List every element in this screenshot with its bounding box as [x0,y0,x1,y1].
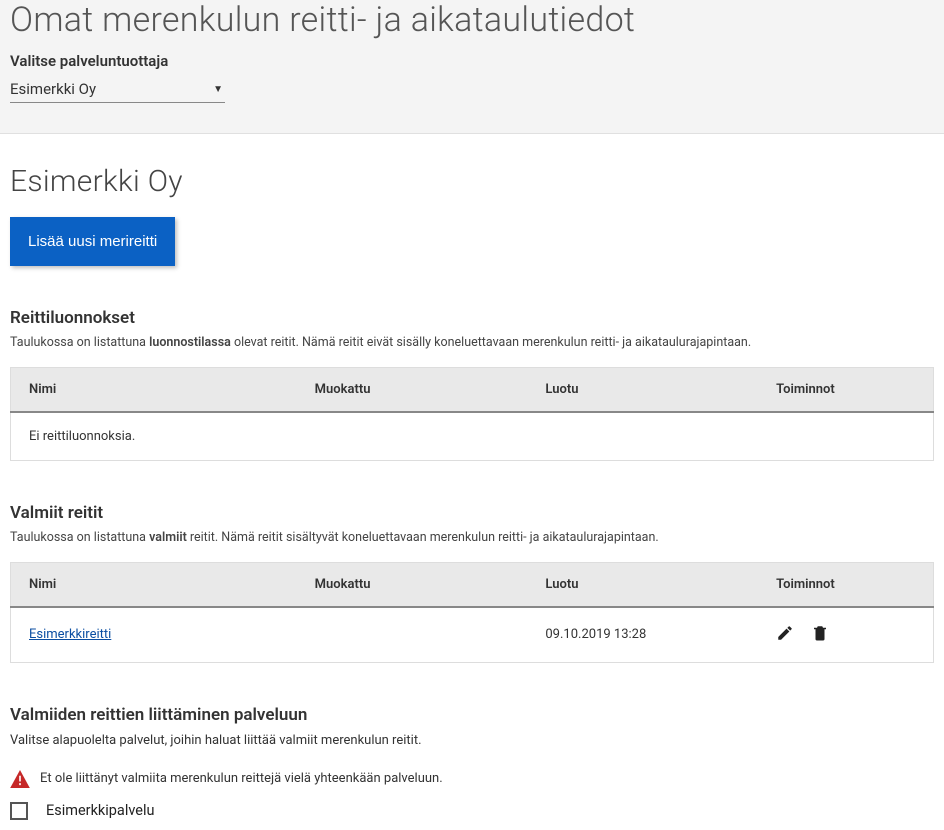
drafts-description: Taulukossa on listattuna luonnostilassa … [10,334,934,353]
route-link[interactable]: Esimerkkireitti [29,627,111,642]
route-modified [297,607,528,663]
service-label: Esimerkkipalvelu [46,802,155,819]
service-checkbox-row: Esimerkkipalvelu [10,802,934,820]
drafts-empty: Ei reittiluonnoksia. [11,412,934,461]
drafts-table: Nimi Muokattu Luotu Toiminnot Ei reittil… [10,367,934,461]
ready-col-actions: Toiminnot [758,562,933,607]
ready-description: Taulukossa on listattuna valmiit reitit.… [10,529,934,548]
attach-description: Valitse alapuolelta palvelut, joihin hal… [10,733,934,748]
header-section: Omat merenkulun reitti- ja aikataulutied… [0,0,944,134]
provider-selected-value: Esimerkki Oy [10,80,96,98]
drafts-col-name: Nimi [11,367,297,412]
drafts-col-created: Luotu [527,367,758,412]
provider-select[interactable]: Esimerkki Oy ▼ [10,78,225,103]
drafts-col-modified: Muokattu [297,367,528,412]
page-title: Omat merenkulun reitti- ja aikataulutied… [10,0,934,40]
ready-table: Nimi Muokattu Luotu Toiminnot Esimerkkir… [10,562,934,663]
warning-icon [10,770,30,788]
drafts-heading: Reittiluonnokset [10,308,934,328]
ready-heading: Valmiit reitit [10,503,934,523]
ready-col-modified: Muokattu [297,562,528,607]
add-route-button[interactable]: Lisää uusi merireitti [10,217,175,266]
route-created: 09.10.2019 13:28 [527,607,758,663]
company-heading: Esimerkki Oy [10,164,934,199]
edit-icon[interactable] [776,624,794,642]
attach-heading: Valmiiden reittien liittäminen palveluun [10,705,934,725]
service-checkbox[interactable] [10,802,28,820]
warning-row: Et ole liittänyt valmiita merenkulun rei… [10,770,934,788]
warning-text: Et ole liittänyt valmiita merenkulun rei… [40,771,443,786]
drafts-col-actions: Toiminnot [758,367,933,412]
table-row: Esimerkkireitti 09.10.2019 13:28 [11,607,934,663]
ready-col-created: Luotu [527,562,758,607]
delete-icon[interactable] [811,624,829,642]
provider-label: Valitse palveluntuottaja [10,52,934,70]
ready-col-name: Nimi [11,562,297,607]
table-row: Ei reittiluonnoksia. [11,412,934,461]
dropdown-triangle-icon: ▼ [213,84,223,95]
